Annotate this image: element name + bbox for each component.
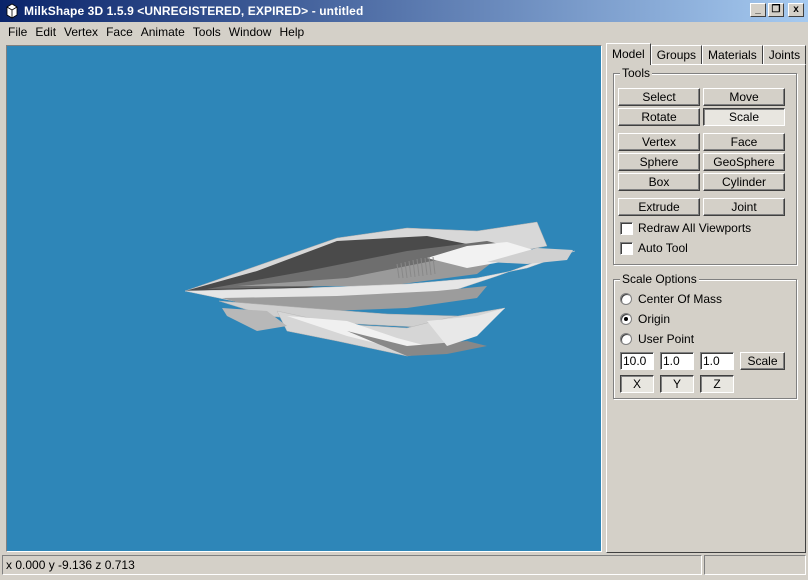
- menu-edit[interactable]: Edit: [31, 25, 60, 39]
- tab-materials[interactable]: Materials: [702, 45, 763, 65]
- sphere-button[interactable]: Sphere: [618, 153, 700, 171]
- select-button[interactable]: Select: [618, 88, 700, 106]
- tab-joints[interactable]: Joints: [762, 45, 807, 65]
- menu-tools[interactable]: Tools: [189, 25, 225, 39]
- origin-label: Origin: [638, 312, 671, 326]
- menu-file[interactable]: File: [4, 25, 31, 39]
- joint-button[interactable]: Joint: [703, 198, 785, 216]
- tab-groups[interactable]: Groups: [650, 45, 703, 65]
- panel-tabs: Model Groups Materials Joints: [606, 43, 807, 65]
- box-button[interactable]: Box: [618, 173, 700, 191]
- title-bar: MilkShape 3D 1.5.9 <UNREGISTERED, EXPIRE…: [0, 0, 808, 22]
- tools-group: Tools Select Move Rotate Scale Vertex Fa…: [613, 66, 797, 265]
- redraw-all-label: Redraw All Viewports: [638, 221, 752, 235]
- auto-tool-checkbox[interactable]: [620, 242, 633, 255]
- milkshape-app-icon: [6, 3, 18, 19]
- status-bar: x 0.000 y -9.136 z 0.713: [0, 555, 808, 580]
- geosphere-button[interactable]: GeoSphere: [703, 153, 785, 171]
- menu-vertex[interactable]: Vertex: [60, 25, 102, 39]
- axis-x-toggle[interactable]: X: [620, 375, 654, 393]
- origin-radio[interactable]: [620, 313, 632, 325]
- extrude-button[interactable]: Extrude: [618, 198, 700, 216]
- window-title: MilkShape 3D 1.5.9 <UNREGISTERED, EXPIRE…: [24, 4, 364, 18]
- scale-options-group: Scale Options Center Of Mass Origin User…: [613, 272, 797, 399]
- scale-z-input[interactable]: 1.0: [700, 352, 734, 370]
- maximize-button[interactable]: ❐: [768, 3, 784, 17]
- menu-bar: File Edit Vertex Face Animate Tools Wind…: [0, 22, 808, 42]
- axis-y-toggle[interactable]: Y: [660, 375, 694, 393]
- vertex-button[interactable]: Vertex: [618, 133, 700, 151]
- close-button[interactable]: x: [788, 3, 804, 17]
- menu-window[interactable]: Window: [225, 25, 276, 39]
- 3d-viewport[interactable]: [6, 45, 602, 552]
- scale-y-input[interactable]: 1.0: [660, 352, 694, 370]
- tab-model[interactable]: Model: [606, 43, 651, 65]
- center-of-mass-label: Center Of Mass: [638, 292, 723, 306]
- rotate-button[interactable]: Rotate: [618, 108, 700, 126]
- minimize-button[interactable]: _: [750, 3, 766, 17]
- scale-x-input[interactable]: 10.0: [620, 352, 654, 370]
- cylinder-button[interactable]: Cylinder: [703, 173, 785, 191]
- properties-panel: Model Groups Materials Joints Tools Sele…: [606, 43, 807, 553]
- menu-help[interactable]: Help: [275, 25, 308, 39]
- auto-tool-label: Auto Tool: [638, 241, 688, 255]
- model-tab-body: Tools Select Move Rotate Scale Vertex Fa…: [606, 64, 806, 553]
- menu-animate[interactable]: Animate: [137, 25, 189, 39]
- axis-z-toggle[interactable]: Z: [700, 375, 734, 393]
- tools-group-title: Tools: [620, 66, 653, 80]
- move-button[interactable]: Move: [703, 88, 785, 106]
- spaceship-model: [184, 221, 576, 357]
- menu-face[interactable]: Face: [102, 25, 137, 39]
- scale-tool-button[interactable]: Scale: [703, 108, 785, 126]
- center-of-mass-radio[interactable]: [620, 293, 632, 305]
- user-point-label: User Point: [638, 332, 695, 346]
- scale-options-title: Scale Options: [620, 272, 699, 286]
- coordinates-readout: x 0.000 y -9.136 z 0.713: [2, 555, 702, 575]
- user-point-radio[interactable]: [620, 333, 632, 345]
- apply-scale-button[interactable]: Scale: [740, 352, 785, 370]
- redraw-all-checkbox[interactable]: [620, 222, 633, 235]
- radio-selected-dot: [624, 317, 628, 321]
- face-button[interactable]: Face: [703, 133, 785, 151]
- status-pane-empty: [704, 555, 806, 575]
